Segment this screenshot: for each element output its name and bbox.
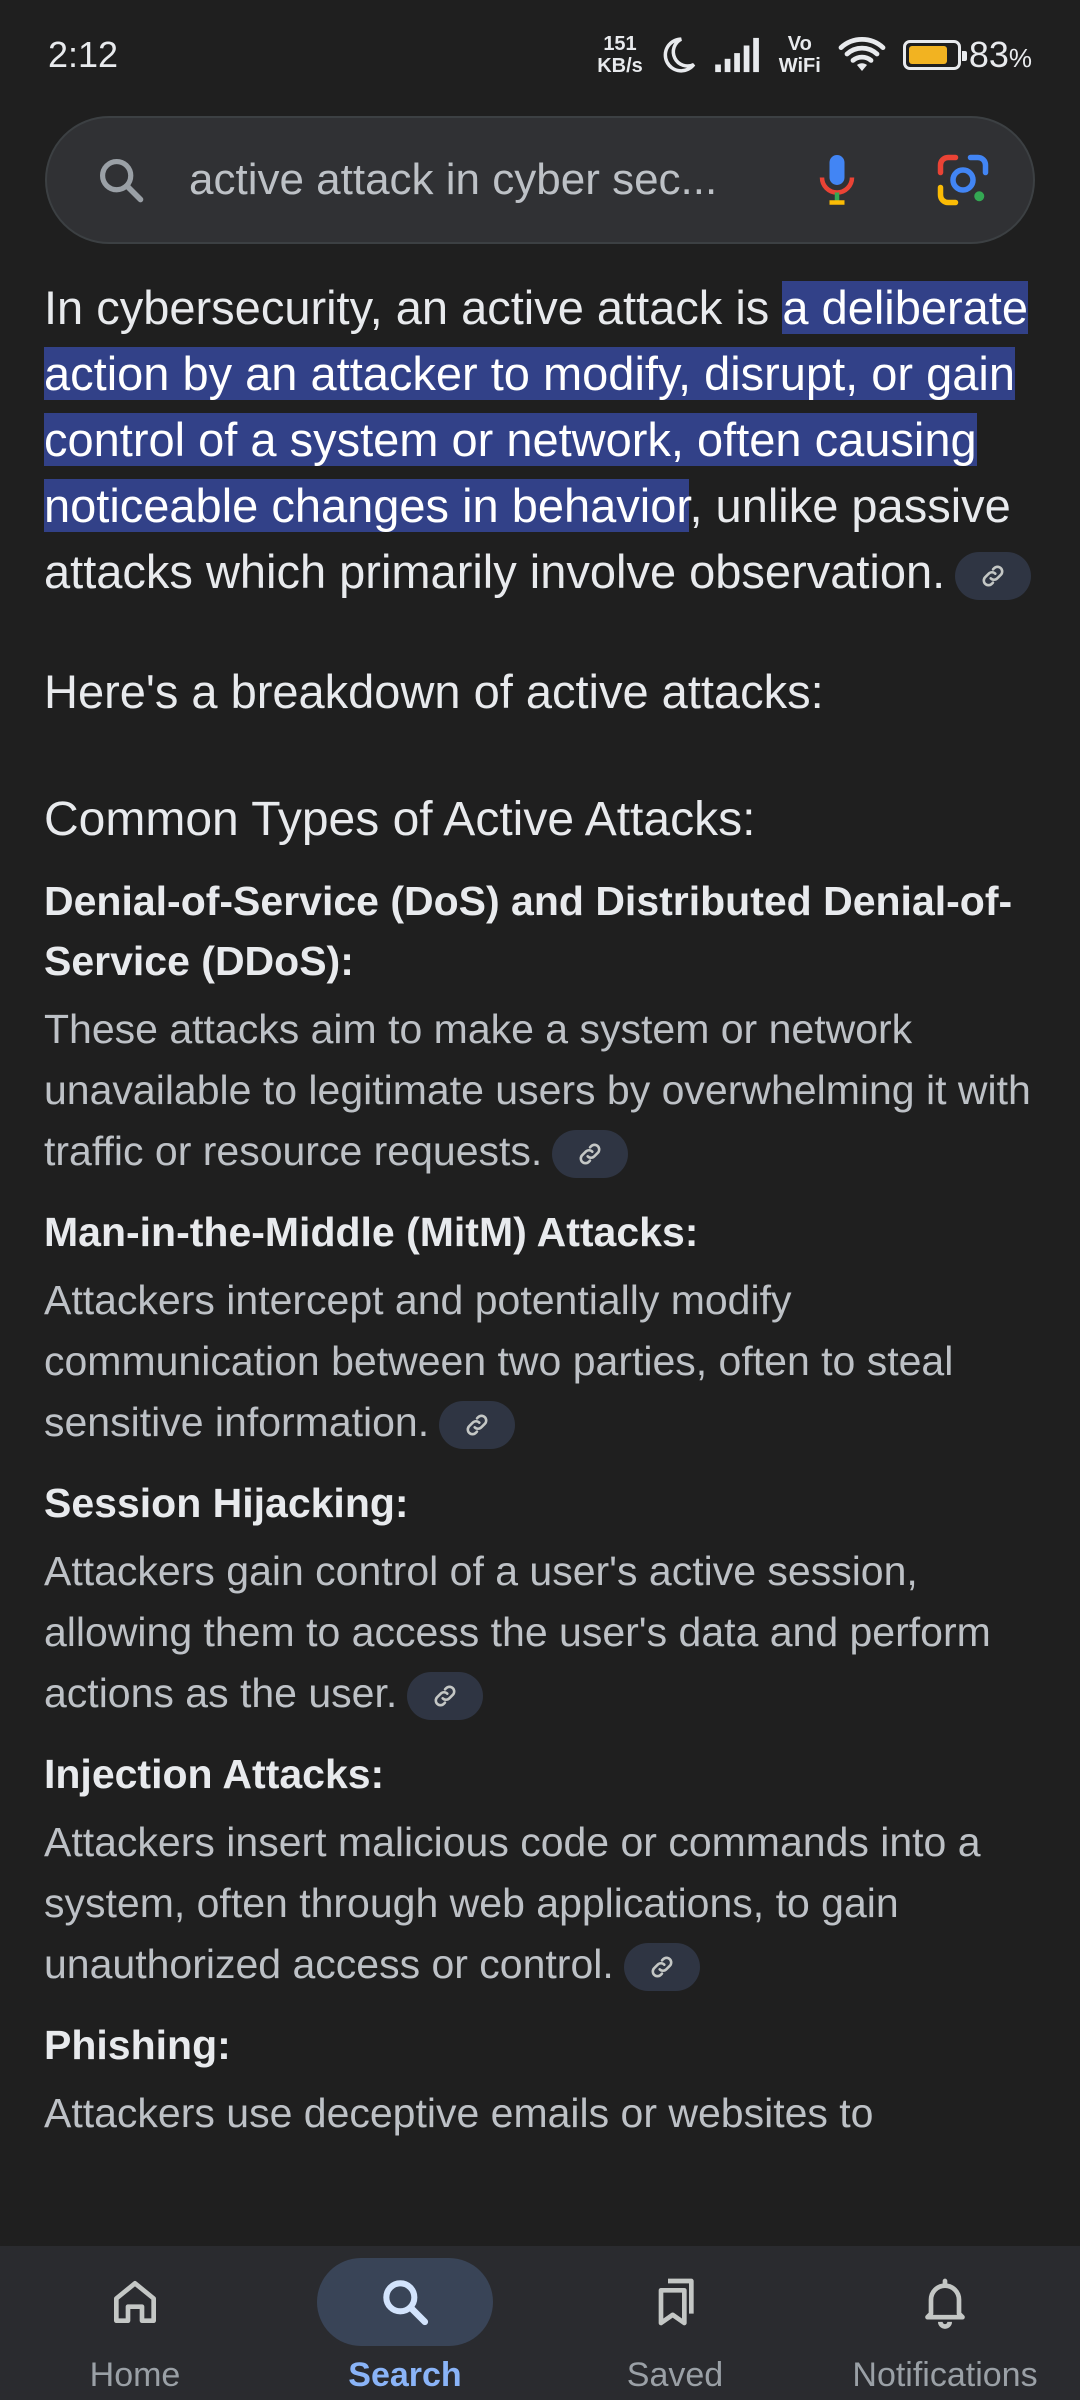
link-icon — [579, 1143, 601, 1165]
item-title: Denial-of-Service (DoS) and Distributed … — [44, 878, 1013, 984]
list-item: Injection Attacks: Attackers insert mali… — [44, 1744, 1039, 1995]
status-time: 2:12 — [48, 34, 119, 75]
item-body: Attackers use deceptive emails or websit… — [44, 2090, 874, 2136]
link-icon — [434, 1685, 456, 1707]
citation-link-button[interactable] — [552, 1130, 629, 1179]
vowifi-bottom: WiFi — [778, 55, 821, 77]
ai-overview-content: In cybersecurity, an active attack is a … — [44, 275, 1039, 2144]
google-lens-icon[interactable] — [933, 150, 993, 210]
microphone-icon[interactable] — [807, 150, 867, 210]
home-icon — [114, 2281, 157, 2323]
nav-item-home[interactable]: Home — [0, 2246, 270, 2395]
item-body: Attackers insert malicious code or comma… — [44, 1812, 1039, 1995]
item-title: Session Hijacking: — [44, 1480, 409, 1526]
link-icon — [651, 1956, 673, 1978]
item-body: Attackers gain control of a user's activ… — [44, 1541, 1039, 1724]
item-body: These attacks aim to make a system or ne… — [44, 999, 1039, 1182]
network-speed-value: 151 — [603, 33, 637, 55]
cellular-signal-icon — [714, 37, 759, 73]
vowifi-indicator: Vo WiFi — [779, 33, 821, 77]
battery-fill — [908, 46, 947, 64]
item-body: Attackers intercept and potentially modi… — [44, 1270, 1039, 1453]
bookmarks-icon — [658, 2278, 694, 2326]
citation-link-button[interactable] — [407, 1672, 484, 1721]
attack-types-list: Denial-of-Service (DoS) and Distributed … — [44, 871, 1039, 2144]
nav-item-search[interactable]: Search — [270, 2246, 540, 2395]
status-icons: 151 KB/s Vo WiFi 83% — [597, 33, 1032, 77]
item-title: Phishing: — [44, 2022, 231, 2068]
search-bar[interactable]: active attack in cyber sec... — [45, 116, 1035, 244]
bottom-navigation: Home Search Saved Notifications — [0, 2246, 1080, 2400]
intro-paragraph: In cybersecurity, an active attack is a … — [44, 275, 1039, 605]
intro-text-before: In cybersecurity, an active attack is — [44, 281, 783, 334]
section-heading: Common Types of Active Attacks: — [44, 793, 756, 846]
item-title: Injection Attacks: — [44, 1751, 385, 1797]
battery-percent: 83% — [968, 34, 1032, 75]
list-item: Denial-of-Service (DoS) and Distributed … — [44, 871, 1039, 1182]
search-icon — [99, 158, 144, 203]
nav-item-notifications[interactable]: Notifications — [810, 2246, 1080, 2395]
wifi-icon — [838, 37, 886, 71]
vowifi-top: Vo — [787, 33, 812, 55]
search-icon — [383, 2280, 429, 2326]
nav-label: Home — [89, 2356, 181, 2394]
nav-label: Notifications — [852, 2356, 1038, 2394]
search-input[interactable]: active attack in cyber sec... — [189, 155, 777, 205]
link-icon — [466, 1414, 488, 1436]
nav-item-saved[interactable]: Saved — [540, 2246, 810, 2395]
network-speed-unit: KB/s — [597, 55, 643, 77]
bell-icon — [925, 2278, 965, 2329]
battery-indicator: 83% — [902, 34, 1032, 76]
nav-label: Search — [348, 2356, 462, 2394]
battery-icon — [902, 40, 967, 70]
citation-link-button[interactable] — [955, 551, 1032, 600]
breakdown-intro: Here's a breakdown of active attacks: — [44, 665, 824, 718]
status-bar: 2:12 151 KB/s Vo WiFi 83% — [0, 0, 1080, 110]
do-not-disturb-moon-icon — [663, 37, 696, 73]
item-title: Man-in-the-Middle (MitM) Attacks: — [44, 1209, 699, 1255]
list-item: Phishing: Attackers use deceptive emails… — [44, 2015, 1039, 2144]
network-speed: 151 KB/s — [597, 33, 643, 77]
nav-label: Saved — [626, 2356, 724, 2394]
citation-link-button[interactable] — [623, 1943, 700, 1992]
list-item: Session Hijacking: Attackers gain contro… — [44, 1473, 1039, 1724]
list-item: Man-in-the-Middle (MitM) Attacks: Attack… — [44, 1202, 1039, 1453]
citation-link-button[interactable] — [439, 1401, 516, 1450]
link-icon — [982, 565, 1004, 587]
